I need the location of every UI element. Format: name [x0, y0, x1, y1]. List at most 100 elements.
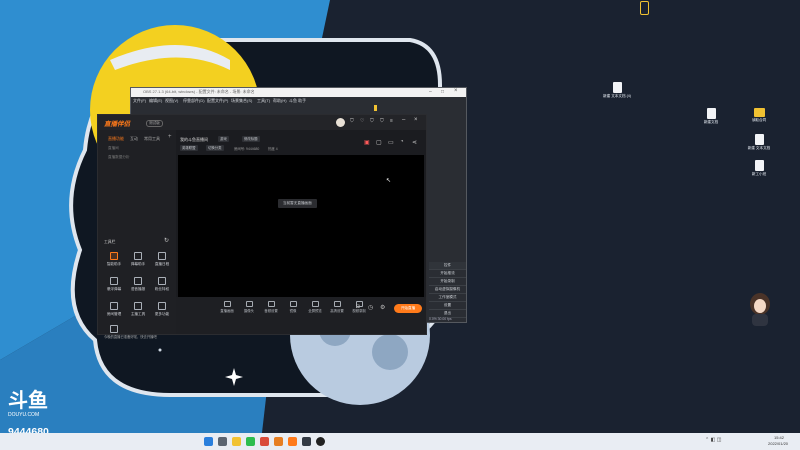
obs-recording-indicator: [374, 105, 377, 111]
tool-room-manage[interactable]: 房间管理: [102, 302, 126, 317]
settings-button[interactable]: 设置: [429, 302, 466, 310]
user-avatar[interactable]: [336, 118, 345, 127]
start-live-button[interactable]: 开始直播: [394, 304, 422, 313]
notice-bar: 今晚的直播已准备好啦，快去开播吧: [98, 333, 176, 341]
live-companion-app[interactable]: 直播伴侣 测试版 ⛉ ♡ ⛉ ⛉ ≡ – × 直播功能 互动 常用工具 + 直播…: [97, 114, 427, 339]
edit-title-button[interactable]: 修改标题: [242, 136, 260, 142]
settings-icon: [110, 325, 118, 333]
shield-icon[interactable]: ⛉: [350, 118, 354, 124]
phone-icon[interactable]: [640, 1, 649, 15]
minimize-icon[interactable]: –: [402, 117, 405, 123]
bottom-tool-audio[interactable]: 音频设置: [260, 301, 282, 314]
bottom-tool-screen[interactable]: 直播画面: [216, 301, 238, 314]
wechat-icon[interactable]: [246, 437, 255, 446]
desktop-file-3[interactable]: 新建 文本文档: [742, 134, 776, 151]
tool-anchor-tools[interactable]: 主播工具: [126, 302, 150, 317]
sidebar-item-room[interactable]: 直播间: [108, 146, 119, 151]
tool-danmu-assistant[interactable]: 弹幕助手: [126, 252, 150, 267]
folder-icon: [753, 108, 765, 117]
tool-label: 弹幕助手: [130, 262, 146, 266]
tab-live-functions[interactable]: 直播功能: [108, 136, 124, 142]
app-topbar[interactable]: 直播伴侣 测试版 ⛉ ♡ ⛉ ⛉ ≡ – ×: [98, 115, 426, 130]
tool-floating-danmu[interactable]: 悬浮弹幕: [102, 277, 126, 292]
virtual-camera-button[interactable]: 启动虚拟摄像机: [429, 286, 466, 294]
studio-mode-button[interactable]: 工作室模式: [429, 294, 466, 302]
bottom-toolbar: 直播画面 摄像头 音频设置 镜像 全屏预览 高清设置 视频录制: [176, 297, 426, 334]
camera-icon[interactable]: ◘: [356, 304, 360, 310]
add-icon[interactable]: +: [168, 134, 172, 140]
settings-icon[interactable]: ⚙: [380, 304, 385, 311]
menu-scene-collection[interactable]: 场景集合(S): [231, 98, 252, 104]
gift-icon[interactable]: ▣: [364, 139, 370, 146]
tool-label: 粉丝特权: [154, 287, 170, 291]
browser-icon[interactable]: [260, 437, 269, 446]
menu-profile[interactable]: 配置文件(P): [207, 98, 228, 104]
close-icon[interactable]: ×: [454, 88, 458, 94]
obs-titlebar[interactable]: OBS 27.1.3 (64-bit, windows) - 配置文件: 未命名…: [131, 88, 466, 97]
share-icon[interactable]: ⋖: [412, 139, 417, 146]
tab-interaction[interactable]: 互动: [130, 136, 138, 142]
tool-voice-broadcast[interactable]: 语音播报: [126, 277, 150, 292]
tab-common-tools[interactable]: 常用工具: [144, 136, 160, 142]
menu-docks[interactable]: 停靠部件(D): [183, 98, 205, 104]
bottom-tool-fullscreen[interactable]: 全屏预览: [304, 301, 326, 314]
menu-douyu-assistant[interactable]: 斗鱼 助手: [289, 98, 306, 104]
tool-more-functions[interactable]: 更多功能: [150, 302, 174, 317]
close-icon[interactable]: ×: [414, 117, 418, 123]
windows-start-icon[interactable]: [204, 437, 213, 446]
desktop-file-1[interactable]: 新建 文本文档 (4): [600, 82, 634, 99]
menu-icon[interactable]: ≡: [390, 118, 393, 124]
menu-file[interactable]: 文件(F): [133, 98, 146, 104]
bag-icon[interactable]: ⛉: [380, 118, 384, 124]
menu-view[interactable]: 视图(V): [165, 98, 178, 104]
chat-icon: [134, 252, 142, 260]
app-sidebar: 直播功能 互动 常用工具 + 直播间 直播数据分析 工具栏 ↻ 智能助手 弹幕助…: [98, 130, 176, 339]
screen-icon[interactable]: ▭: [388, 139, 394, 146]
live-companion-icon[interactable]: [288, 437, 297, 446]
heart-icon[interactable]: ♡: [360, 118, 364, 124]
bottom-tool-mirror[interactable]: 镜像: [282, 301, 304, 314]
bottom-tool-camera[interactable]: 摄像头: [238, 301, 260, 314]
tool-fan-privileges[interactable]: 粉丝特权: [150, 277, 174, 292]
menu-help[interactable]: 帮助(H): [273, 98, 287, 104]
maximize-icon[interactable]: □: [441, 89, 444, 95]
start-streaming-button[interactable]: 开始推流: [429, 270, 466, 278]
refresh-icon[interactable]: ↻: [164, 237, 169, 244]
taskbar-date: 2022/01/20: [768, 441, 789, 446]
menu-edit[interactable]: 编辑(E): [149, 98, 162, 104]
sidebar-item-data[interactable]: 直播数据分析: [108, 155, 130, 160]
tool-live-schedule[interactable]: 直播日程: [150, 252, 174, 267]
mirror-icon: [289, 301, 297, 307]
start-recording-button[interactable]: 开始录制: [429, 278, 466, 286]
minimize-icon[interactable]: –: [429, 89, 432, 95]
menu-tools[interactable]: 工具(T): [257, 98, 270, 104]
system-tray-icons[interactable]: ⌃ ◧ ◫: [705, 437, 721, 443]
lock-icon[interactable]: ▢: [376, 139, 382, 146]
tool-smart-assistant[interactable]: 智能助手: [102, 252, 126, 267]
tool-label: 语音播报: [130, 287, 146, 291]
tools-section-title: 工具栏: [104, 240, 116, 244]
bottom-tool-label: 全屏预览: [308, 309, 322, 313]
tool-label: 直播日程: [154, 262, 170, 266]
file-icon: [754, 134, 764, 145]
desktop-file-4[interactable]: 新工小班: [742, 160, 776, 177]
shield-icon[interactable]: ⛉: [370, 118, 374, 124]
category-tag[interactable]: 游戏: [218, 136, 229, 142]
app-icon[interactable]: [302, 437, 311, 446]
desktop-file-2[interactable]: 新建文档: [694, 108, 728, 125]
app-icon[interactable]: [274, 437, 283, 446]
file-explorer-icon[interactable]: [232, 437, 241, 446]
obs-icon[interactable]: [316, 437, 325, 446]
bell-icon[interactable]: ◔: [400, 139, 404, 145]
timer-icon[interactable]: ◷: [368, 304, 373, 311]
switch-category-button[interactable]: 切换分类: [206, 145, 224, 151]
hot-value: 热度 4: [268, 147, 278, 151]
grid-icon: [158, 302, 166, 310]
douyu-brand: 斗鱼: [8, 390, 48, 412]
obs-window-title: OBS 27.1.3 (64-bit, windows) - 配置文件: 未命名…: [143, 89, 255, 94]
obs-status-bar: 0.0% 30.00 fps: [429, 317, 452, 321]
bottom-tool-hd[interactable]: 高清设置: [326, 301, 348, 314]
desktop-folder-1[interactable]: 读取合同: [742, 108, 776, 123]
search-icon[interactable]: [218, 437, 227, 446]
tool-label: 主播工具: [130, 312, 146, 316]
